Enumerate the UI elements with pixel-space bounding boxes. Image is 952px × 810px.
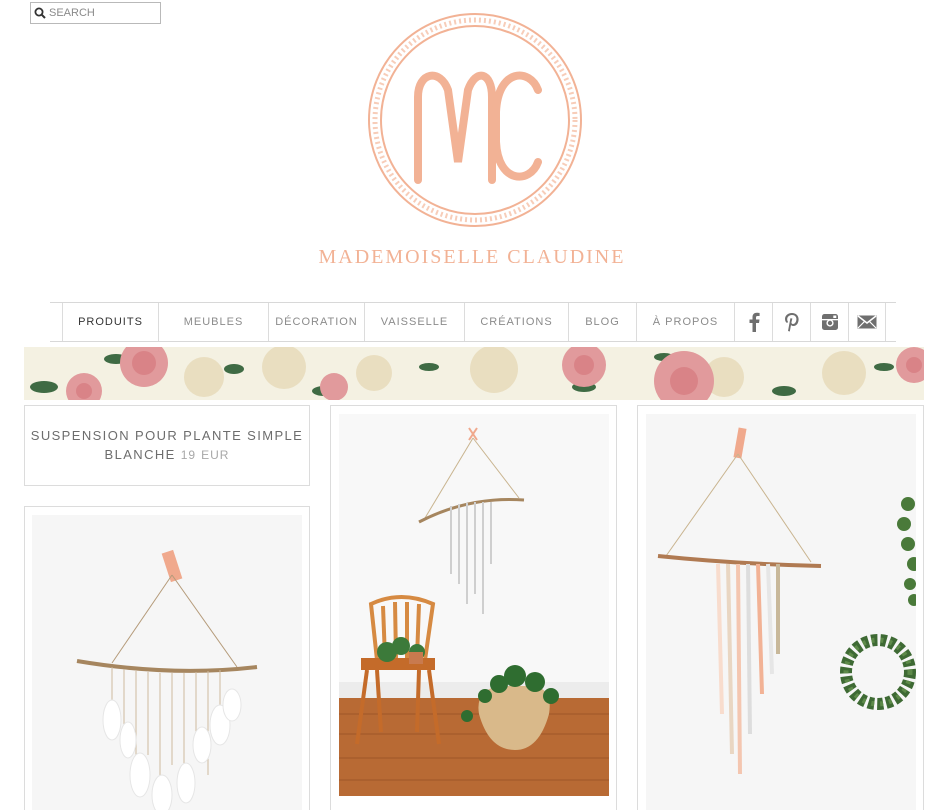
pinterest-icon[interactable] <box>772 303 810 341</box>
main-nav: PRODUITS MEUBLES DÉCORATION VAISSELLE CR… <box>50 302 896 342</box>
floral-banner <box>24 347 924 400</box>
product-card[interactable] <box>24 506 310 810</box>
nav-item-creations[interactable]: CRÉATIONS <box>464 303 568 341</box>
product-currency: EUR <box>201 448 230 462</box>
brand-name[interactable]: MADEMOISELLE CLAUDINE <box>0 246 944 269</box>
nav-item-vaisselle[interactable]: VAISSELLE <box>364 303 464 341</box>
nav-item-meubles[interactable]: MEUBLES <box>158 303 268 341</box>
product-card[interactable] <box>330 405 617 810</box>
product-price: 19 <box>180 448 197 462</box>
product-card[interactable] <box>637 405 924 810</box>
search-icon[interactable] <box>31 3 49 23</box>
product-image[interactable] <box>32 515 302 810</box>
facebook-icon[interactable] <box>734 303 772 341</box>
nav-item-a-propos[interactable]: À PROPOS <box>636 303 734 341</box>
brand-logo[interactable] <box>360 12 590 242</box>
search-box[interactable] <box>30 2 161 24</box>
search-input[interactable] <box>49 4 155 22</box>
instagram-icon[interactable] <box>810 303 848 341</box>
product-image[interactable] <box>646 414 916 810</box>
product-title-text[interactable]: SUSPENSION POUR PLANTE SIMPLE BLANCHE 19… <box>25 426 309 465</box>
monogram-logo <box>368 13 582 227</box>
product-image[interactable] <box>339 414 609 796</box>
mail-icon[interactable] <box>848 303 886 341</box>
nav-item-blog[interactable]: BLOG <box>568 303 636 341</box>
product-title-card[interactable]: SUSPENSION POUR PLANTE SIMPLE BLANCHE 19… <box>24 405 310 486</box>
nav-item-produits[interactable]: PRODUITS <box>62 303 158 341</box>
product-title: SUSPENSION POUR PLANTE SIMPLE BLANCHE <box>30 428 304 462</box>
nav-item-decoration[interactable]: DÉCORATION <box>268 303 364 341</box>
